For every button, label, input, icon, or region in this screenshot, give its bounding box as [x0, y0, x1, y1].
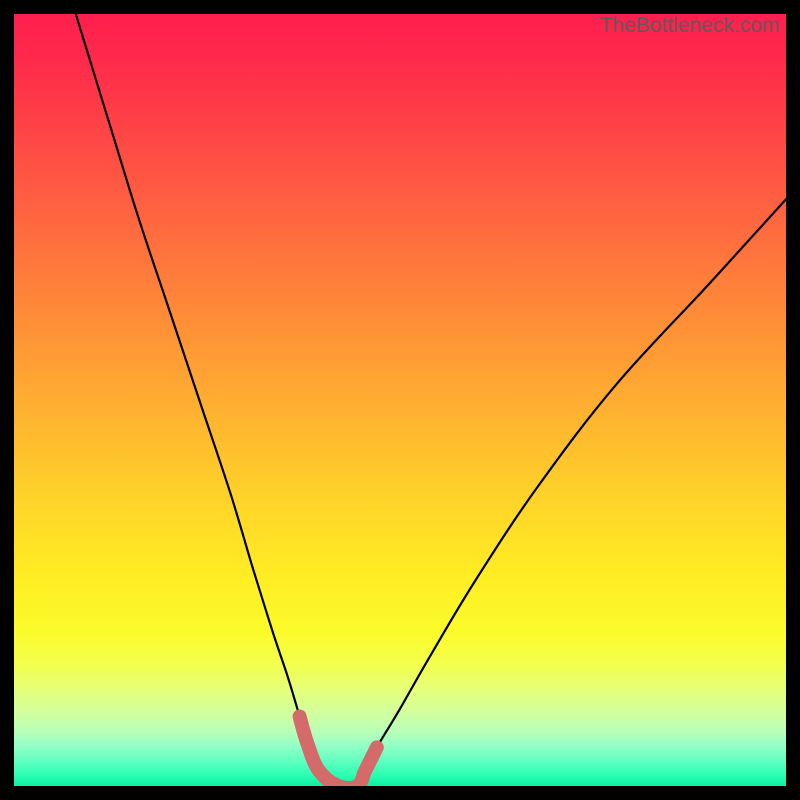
chart-frame: TheBottleneck.com — [0, 0, 800, 800]
bottleneck-curve-path — [76, 14, 786, 786]
highlight-segment-path — [300, 717, 377, 787]
chart-svg — [14, 14, 786, 786]
chart-plot-area: TheBottleneck.com — [14, 14, 786, 786]
